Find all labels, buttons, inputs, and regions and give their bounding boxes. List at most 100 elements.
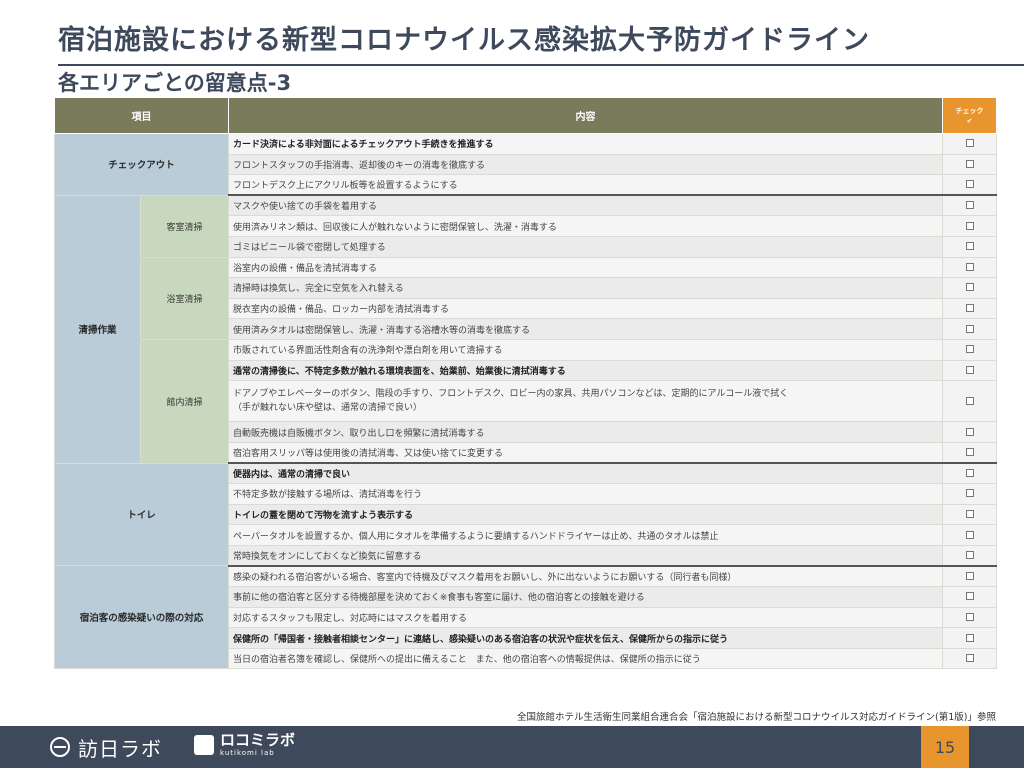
- check-cell: [942, 627, 997, 649]
- checkbox[interactable]: [965, 365, 974, 374]
- content-text: 対応するスタッフも限定し、対応時にはマスクを着用する: [233, 613, 468, 624]
- header-content: 内容: [228, 97, 943, 134]
- category-toilet: トイレ: [54, 462, 229, 567]
- table-row: 館内清掃 市販されている界面活性剤含有の洗浄剤や漂白剤を用いて清掃する: [55, 338, 997, 464]
- checkbox[interactable]: [965, 201, 974, 210]
- check-cell: [942, 586, 997, 608]
- checkbox[interactable]: [965, 447, 974, 456]
- table-body: チェックアウト カード決済による非対面によるチェックアウト手続きを推進する フロント…: [54, 133, 997, 670]
- check-cell: [942, 277, 997, 299]
- checkbox[interactable]: [965, 550, 974, 559]
- checkbox[interactable]: [965, 304, 974, 313]
- page-subtitle: 各エリアごとの留意点-3: [58, 71, 292, 95]
- content-cell: フロントスタッフの手指消毒、返却後のキーの消毒を徹底する: [228, 153, 943, 176]
- content-cell: 感染の疑われる宿泊客がいる場合、客室内で待機及びマスク着用をお願いし、外に出ない…: [228, 565, 943, 588]
- check-cell: [942, 544, 997, 567]
- content-text: フロントデスク上にアクリル板等を設置するようにする: [233, 181, 458, 192]
- content-text: 使用済みリネン類は、回収後に人が触れないように密閉保管し、洗濯・消毒する: [233, 222, 557, 233]
- table-row: チェックアウト カード決済による非対面によるチェックアウト手続きを推進する: [54, 133, 997, 196]
- check-cell: [942, 318, 997, 340]
- check-cell: [942, 235, 997, 258]
- check-cell: [942, 153, 997, 176]
- checkbox[interactable]: [965, 242, 974, 251]
- page-number: 15: [921, 726, 969, 768]
- content-text: ペーパータオルを設置するか、個人用にタオルを準備するように要請するハンドドライヤ…: [233, 531, 719, 542]
- category-infection-response: 宿泊客の感染疑いの際の対応: [54, 565, 229, 670]
- kutikomi-lab-name: ロコミラボ: [220, 731, 296, 749]
- content-text: 通常の清掃後に、不特定多数が触れる環境表面を、始業前、始業後に清拭消毒する: [233, 366, 566, 377]
- check-cell: [942, 256, 997, 279]
- content-cell: カード決済による非対面によるチェックアウト手続きを推進する: [228, 133, 943, 155]
- content-cell: 通常の清掃後に、不特定多数が触れる環境表面を、始業前、始業後に清拭消毒する: [228, 359, 943, 382]
- checkbox[interactable]: [965, 159, 974, 168]
- checkbox[interactable]: [965, 489, 974, 498]
- check-cell: [942, 359, 997, 382]
- title-divider: [58, 64, 1024, 66]
- houjin-lab-logo-text: 訪日ラボ: [78, 736, 162, 761]
- check-cell: [942, 503, 997, 526]
- content-cell: フロントデスク上にアクリル板等を設置するようにする: [228, 174, 943, 197]
- content-text: 清掃時は換気し、完全に空気を入れ替える: [233, 284, 404, 295]
- check-cell: [942, 194, 997, 217]
- content-text: 常時換気をオンにしておくなど換気に留意する: [233, 551, 422, 562]
- check-cell: [942, 606, 997, 629]
- content-text: 自動販売機は自販機ボタン、取り出し口を頻繁に清拭消毒する: [233, 428, 485, 439]
- content-text: 感染の疑われる宿泊客がいる場合、客室内で待機及びマスク着用をお願いし、外に出ない…: [233, 573, 737, 584]
- header-check-label: チェック: [955, 106, 984, 115]
- content-cell: ゴミはビニール袋で密閉して処理する: [228, 235, 943, 258]
- check-cell: [942, 524, 997, 546]
- content-text: 不特定多数が接触する場所は、清拭消毒を行う: [233, 490, 423, 501]
- header-item: 項目: [54, 97, 229, 134]
- checkbox[interactable]: [965, 221, 974, 230]
- checkbox[interactable]: [965, 427, 974, 436]
- check-cell: [942, 483, 997, 505]
- checkbox[interactable]: [965, 612, 974, 621]
- checkbox[interactable]: [965, 283, 974, 292]
- content-text: 宿泊客用スリッパ等は使用後の清拭消毒、又は使い捨てに変更する: [233, 448, 504, 459]
- checkbox[interactable]: [965, 139, 974, 148]
- checkbox[interactable]: [965, 654, 974, 663]
- category-cleaning: 清掃作業: [54, 194, 141, 464]
- guideline-table: 項目 内容 チェック ✔ チェックアウト カード決済による非対面によるチェックアウ…: [54, 97, 997, 670]
- content-cell: 自動販売機は自販機ボタン、取り出し口を頻繁に清拭消毒する: [228, 421, 943, 443]
- content-cell: 浴室内の設備・備品を清拭消毒する: [228, 256, 943, 279]
- content-text: フロントスタッフの手指消毒、返却後のキーの消毒を徹底する: [233, 160, 486, 171]
- checkbox[interactable]: [965, 509, 974, 518]
- content-cell: ペーパータオルを設置するか、個人用にタオルを準備するように要請するハンドドライヤ…: [228, 524, 943, 546]
- check-cell: [942, 174, 997, 197]
- checkbox[interactable]: [965, 572, 974, 581]
- content-cell: 保健所の「帰国者・接触者相談センター」に連絡し、感染疑いのある宿泊客の状況や症状…: [228, 627, 943, 649]
- checkbox[interactable]: [965, 592, 974, 601]
- content-text: 浴室内の設備・備品を清拭消毒する: [233, 263, 378, 274]
- check-cell: [942, 338, 997, 361]
- content-cell: 使用済みリネン類は、回収後に人が触れないように密閉保管し、洗濯・消毒する: [228, 215, 943, 237]
- content-cell: 常時換気をオンにしておくなど換気に留意する: [228, 544, 943, 567]
- checkbox[interactable]: [965, 345, 974, 354]
- table-row: トイレ 便器内は、通常の清掃で良い: [54, 462, 997, 567]
- kutikomi-lab-logo[interactable]: ロコミラボ kutikomi lab: [194, 733, 295, 757]
- houjin-lab-logo-icon: [50, 737, 70, 757]
- header-check: チェック ✔: [942, 97, 997, 134]
- content-cell: トイレの蓋を閉めて汚物を流すよう表示する: [228, 503, 943, 526]
- checkbox[interactable]: [965, 530, 974, 539]
- checkbox[interactable]: [965, 180, 974, 189]
- checkbox[interactable]: [965, 633, 974, 642]
- table-header-row: 項目 内容 チェック ✔: [54, 97, 997, 134]
- houjin-lab-logo[interactable]: 訪日ラボ: [50, 734, 162, 761]
- checkbox[interactable]: [965, 324, 974, 333]
- source-citation: 全国旅館ホテル生活衛生同業組合連合会「宿泊施設における新型コロナウイルス対応ガイ…: [517, 712, 996, 723]
- checkbox[interactable]: [965, 262, 974, 271]
- content-text: 市販されている界面活性剤含有の洗浄剤や漂白剤を用いて清掃する: [233, 346, 503, 357]
- content-text: 事前に他の宿泊客と区分する待機部屋を決めておく※食事も客室に届け、他の宿泊客との…: [233, 593, 645, 604]
- checkbox[interactable]: [965, 396, 974, 405]
- content-text: ドアノブやエレベーターのボタン、階段の手すり、フロントデスク、ロビー内の家具、共…: [233, 389, 789, 400]
- check-cell: [942, 441, 997, 464]
- table-row: 宿泊客の感染疑いの際の対応 感染の疑われる宿泊客がいる場合、客室内で待機及びマスク…: [54, 565, 997, 670]
- content-text: マスクや使い捨ての手袋を着用する: [233, 202, 378, 213]
- table-row: 清掃作業 客室清掃 マスクや使い捨ての手袋を着用する: [54, 194, 997, 464]
- content-text: 保健所の「帰国者・接触者相談センター」に連絡し、感染疑いのある宿泊客の状況や症状…: [233, 634, 729, 645]
- check-cell: [942, 462, 997, 485]
- footer-bar: 訪日ラボ ロコミラボ kutikomi lab 15: [0, 726, 1024, 768]
- content-cell: 便器内は、通常の清掃で良い: [228, 462, 943, 485]
- checkbox[interactable]: [965, 469, 974, 478]
